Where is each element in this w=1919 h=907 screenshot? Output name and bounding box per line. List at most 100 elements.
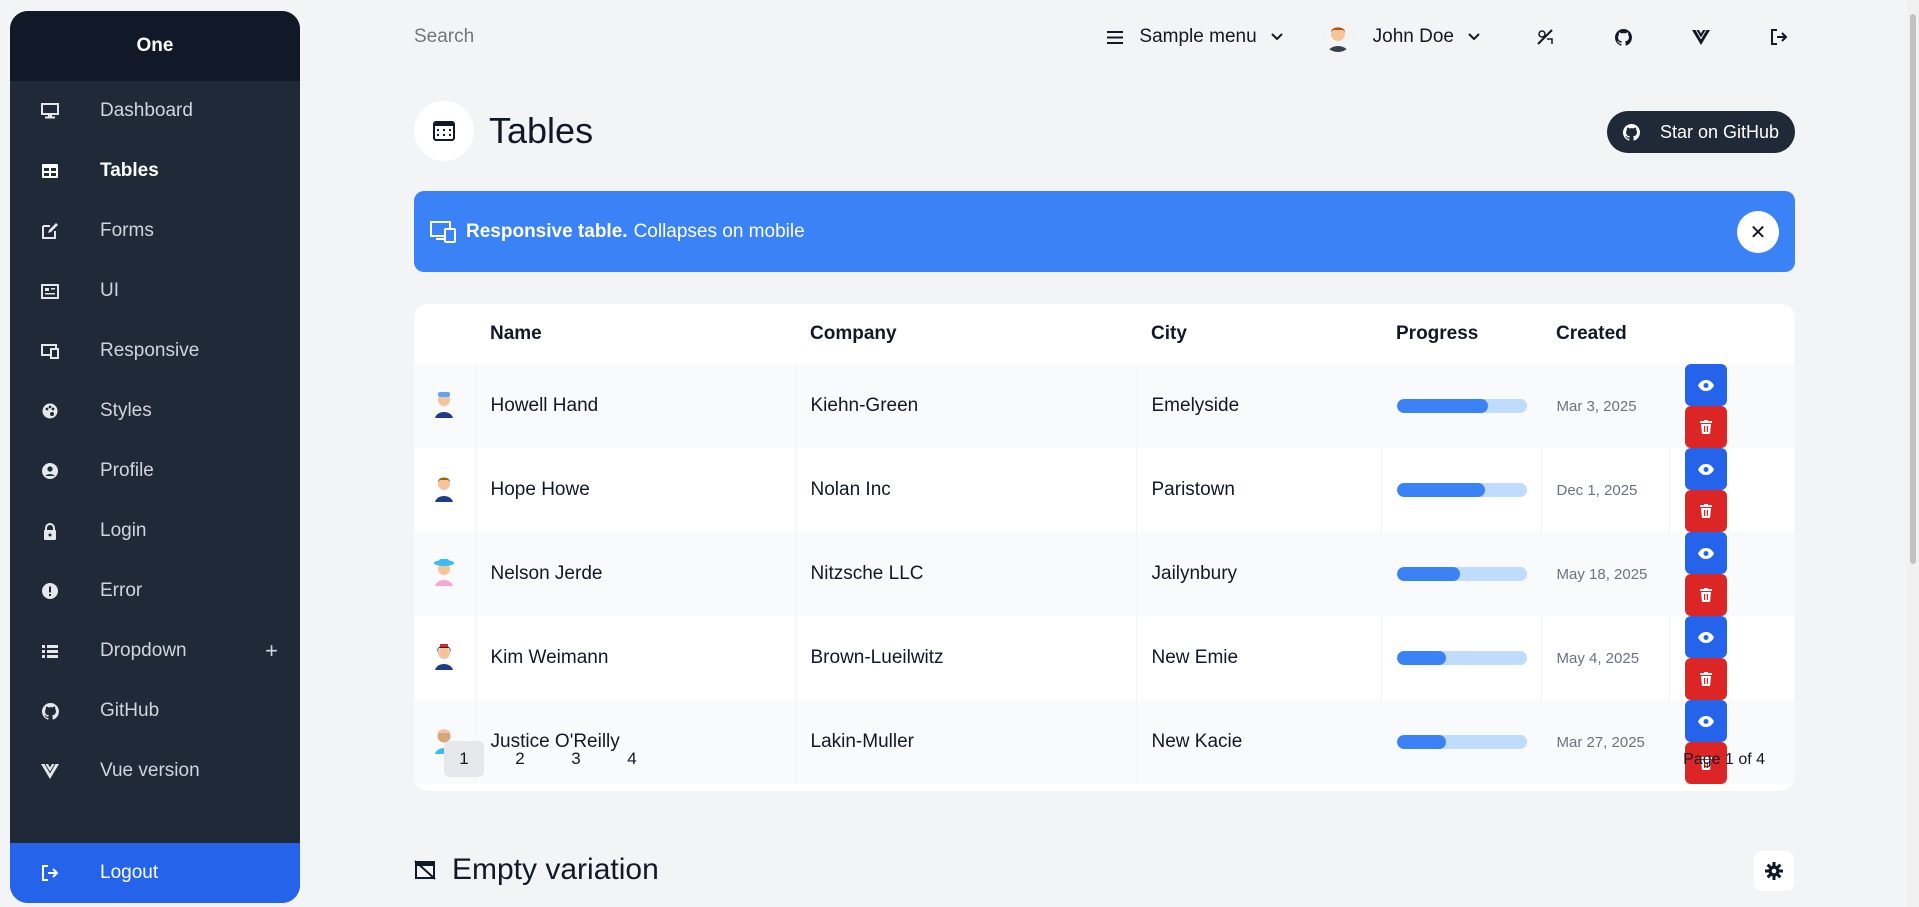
progress-fill xyxy=(1396,399,1488,413)
eye-icon xyxy=(1697,379,1714,391)
theme-light-dark-icon xyxy=(1536,28,1554,46)
view-button[interactable] xyxy=(1684,448,1727,490)
column-header-name[interactable]: Name xyxy=(475,304,795,364)
search-input[interactable] xyxy=(414,26,714,48)
close-icon: ✕ xyxy=(1749,221,1767,244)
progress-fill xyxy=(1396,651,1446,665)
star-on-github-label: Star on GitHub xyxy=(1659,121,1780,142)
table-row: Kim Weimann Brown-Lueilwitz New Emie May… xyxy=(414,616,1795,700)
sidebar-item-styles[interactable]: Styles xyxy=(10,381,300,441)
cell-progress xyxy=(1381,616,1542,700)
trash-icon xyxy=(1699,420,1712,434)
scrollbar-thumb[interactable] xyxy=(1910,14,1916,564)
lock-icon xyxy=(40,521,60,541)
eye-icon xyxy=(1697,715,1714,727)
star-on-github-button[interactable]: Star on GitHub xyxy=(1607,111,1795,153)
delete-button[interactable] xyxy=(1684,490,1727,532)
delete-button[interactable] xyxy=(1684,406,1727,448)
github-link-button[interactable] xyxy=(1608,22,1638,52)
sidebar: One Dashboard Tables Forms UI Responsive… xyxy=(10,11,300,903)
avatar xyxy=(429,556,459,586)
view-button[interactable] xyxy=(1684,364,1727,406)
progress-bar xyxy=(1396,735,1527,749)
monitor-icon xyxy=(40,101,60,121)
devices-icon xyxy=(430,220,456,243)
view-button[interactable] xyxy=(1684,616,1727,658)
cell-progress xyxy=(1381,532,1542,616)
view-button[interactable] xyxy=(1684,532,1727,574)
logout-icon xyxy=(1770,28,1788,46)
page-button-4[interactable]: 4 xyxy=(612,741,652,777)
view-button[interactable] xyxy=(1684,700,1727,742)
logout-label: Logout xyxy=(100,862,159,883)
sidebar-item-dashboard[interactable]: Dashboard xyxy=(10,81,300,141)
sample-menu-dropdown[interactable]: Sample menu xyxy=(1107,26,1283,48)
settings-button[interactable] xyxy=(1754,851,1794,891)
column-header-progress[interactable]: Progress xyxy=(1381,304,1541,364)
sidebar-item-profile[interactable]: Profile xyxy=(10,441,300,501)
row-avatar-cell xyxy=(414,616,476,700)
sidebar-item-label: Vue version xyxy=(100,760,200,781)
avatar-column-header xyxy=(414,304,475,364)
created-date: Mar 3, 2025 xyxy=(1556,398,1637,415)
cell-actions xyxy=(1669,700,1795,784)
brand-logo[interactable]: One xyxy=(10,11,300,81)
delete-button[interactable] xyxy=(1684,658,1727,700)
sidebar-menu: Dashboard Tables Forms UI Responsive Sty… xyxy=(10,81,300,801)
sidebar-item-error[interactable]: Error xyxy=(10,561,300,621)
gear-icon xyxy=(1765,862,1783,880)
sidebar-logout-button[interactable]: Logout xyxy=(10,843,300,903)
column-header-created[interactable]: Created xyxy=(1541,304,1669,364)
cell-city: Paristown xyxy=(1136,448,1382,532)
delete-button[interactable] xyxy=(1684,574,1727,616)
page-scrollbar[interactable] xyxy=(1907,0,1919,907)
sidebar-item-github[interactable]: GitHub xyxy=(10,681,300,741)
sidebar-item-responsive[interactable]: Responsive xyxy=(10,321,300,381)
trash-icon xyxy=(1699,588,1712,602)
column-header-company[interactable]: Company xyxy=(795,304,1136,364)
cell-company: Nitzsche LLC xyxy=(795,532,1137,616)
created-date: May 18, 2025 xyxy=(1556,566,1648,583)
sidebar-item-tables[interactable]: Tables xyxy=(10,141,300,201)
cell-name: Hope Howe xyxy=(475,448,796,532)
cell-name: Kim Weimann xyxy=(475,616,796,700)
alert-circle-icon xyxy=(40,581,60,601)
cell-created: May 18, 2025 xyxy=(1541,532,1670,616)
sidebar-item-dropdown[interactable]: Dropdown + xyxy=(10,621,300,681)
page-info: Page 1 of 4 xyxy=(1683,751,1765,768)
sidebar-item-label: Tables xyxy=(100,160,159,181)
progress-fill xyxy=(1396,567,1461,581)
sidebar-item-label: Responsive xyxy=(100,340,200,361)
close-alert-button[interactable]: ✕ xyxy=(1737,211,1779,253)
menu-icon xyxy=(1107,30,1124,44)
theme-toggle-button[interactable] xyxy=(1530,22,1560,52)
palette-icon xyxy=(40,401,60,421)
logout-icon xyxy=(40,863,60,883)
logout-button[interactable] xyxy=(1764,22,1794,52)
progress-bar xyxy=(1396,651,1527,665)
user-menu-dropdown[interactable]: John Doe xyxy=(1322,22,1480,52)
table-off-icon xyxy=(414,860,436,880)
cell-progress xyxy=(1381,700,1542,784)
page-button-1[interactable]: 1 xyxy=(444,741,484,777)
chevron-down-icon xyxy=(1270,30,1283,44)
sidebar-item-ui[interactable]: UI xyxy=(10,261,300,321)
vue-version-button[interactable] xyxy=(1686,22,1716,52)
cell-city: Emelyside xyxy=(1136,364,1382,448)
sidebar-item-login[interactable]: Login xyxy=(10,501,300,561)
eye-icon xyxy=(1697,547,1714,559)
page-button-2[interactable]: 2 xyxy=(500,741,540,777)
cell-city: Jailynbury xyxy=(1136,532,1382,616)
avatar xyxy=(429,472,459,502)
page-button-3[interactable]: 3 xyxy=(556,741,596,777)
github-icon xyxy=(1622,123,1650,141)
plus-icon[interactable]: + xyxy=(265,638,278,664)
sidebar-item-vue-version[interactable]: Vue version xyxy=(10,741,300,801)
sidebar-item-forms[interactable]: Forms xyxy=(10,201,300,261)
column-header-city[interactable]: City xyxy=(1136,304,1381,364)
progress-bar xyxy=(1396,567,1527,581)
sidebar-item-label: GitHub xyxy=(100,700,160,721)
progress-fill xyxy=(1396,735,1446,749)
created-date: Mar 27, 2025 xyxy=(1556,734,1645,751)
sidebar-item-label: Dashboard xyxy=(100,100,193,121)
